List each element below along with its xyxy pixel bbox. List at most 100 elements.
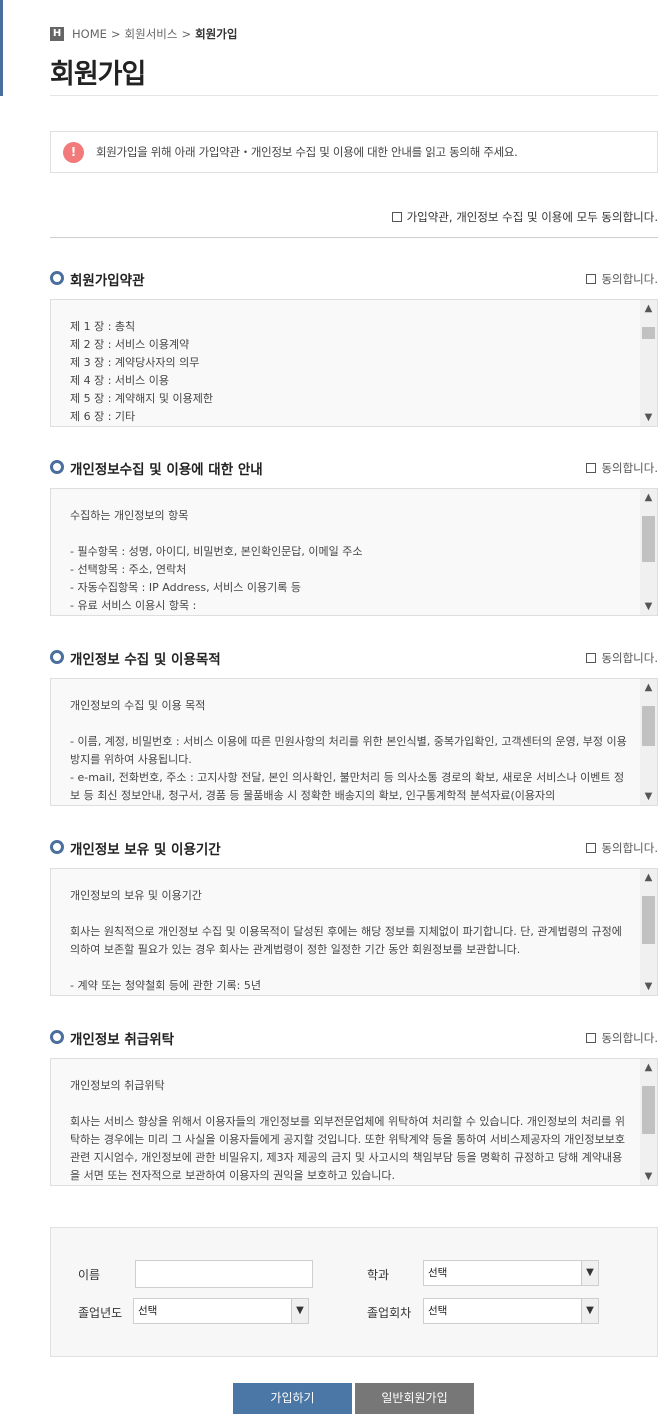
scroll-down-icon[interactable]: ▼ — [640, 788, 657, 805]
circle-bullet-icon — [50, 460, 64, 474]
scroll-up-icon[interactable]: ▲ — [640, 1059, 657, 1076]
section-agree-checkbox[interactable]: 동의합니다. — [586, 840, 658, 856]
section-header: 회원가입약관 동의합니다. — [50, 269, 658, 289]
terms-text: 개인정보의 수집 및 이용 목적 - 이름, 계정, 비밀번호 : 서비스 이용… — [70, 697, 631, 805]
circle-bullet-icon — [50, 1030, 64, 1044]
section-header: 개인정보 취급위탁 동의합니다. — [50, 1028, 658, 1048]
terms-text: 수집하는 개인정보의 항목 - 필수항목 : 성명, 아이디, 비밀번호, 본인… — [70, 507, 631, 615]
checkbox-icon[interactable] — [586, 274, 597, 284]
graduation-term-selected: 선택 — [428, 1305, 448, 1317]
section-header: 개인정보 보유 및 이용기간 동의합니다. — [50, 838, 658, 858]
notice-box: ! 회원가입을 위해 아래 가입약관・개인정보 수집 및 이용에 대한 안내를 … — [50, 131, 658, 173]
scroll-thumb[interactable] — [642, 1086, 655, 1134]
checkbox-icon[interactable] — [586, 843, 597, 853]
graduation-year-select[interactable]: 선택 ▼ — [133, 1298, 309, 1324]
section-agree-checkbox[interactable]: 동의합니다. — [586, 460, 658, 476]
section-title: 개인정보 보유 및 이용기간 — [70, 842, 221, 858]
scroll-down-icon[interactable]: ▼ — [640, 409, 657, 426]
breadcrumb-current: 회원가입 — [195, 27, 238, 41]
scrollbar[interactable]: ▲ ▼ — [640, 869, 657, 995]
section-header: 개인정보 수집 및 이용목적 동의합니다. — [50, 648, 658, 668]
circle-bullet-icon — [50, 650, 64, 664]
terms-text: 개인정보의 보유 및 이용기간 회사는 원칙적으로 개인정보 수집 및 이용목적… — [70, 887, 631, 995]
scrollbar[interactable]: ▲ ▼ — [640, 300, 657, 426]
department-select[interactable]: 선택 ▼ — [423, 1260, 599, 1286]
terms-line: 제 3 장 : 계약당사자의 의무 — [70, 356, 200, 369]
checkbox-icon[interactable] — [586, 463, 597, 473]
scroll-down-icon[interactable]: ▼ — [640, 598, 657, 615]
section-title: 개인정보수집 및 이용에 대한 안내 — [70, 462, 263, 478]
section-agree-checkbox[interactable]: 동의합니다. — [586, 650, 658, 666]
terms-textbox[interactable]: 제 1 장 : 총칙 제 2 장 : 서비스 이용계약 제 3 장 : 계약당사… — [50, 299, 658, 427]
terms-textbox[interactable]: 수집하는 개인정보의 항목 - 필수항목 : 성명, 아이디, 비밀번호, 본인… — [50, 488, 658, 616]
terms-line: 제 6 장 : 기타 — [70, 410, 136, 423]
department-selected: 선택 — [428, 1267, 448, 1279]
general-join-button[interactable]: 일반회원가입 — [355, 1383, 474, 1414]
breadcrumb-home[interactable]: HOME — [72, 27, 107, 41]
section-header: 개인정보수집 및 이용에 대한 안내 동의합니다. — [50, 458, 658, 478]
terms-line — [70, 1095, 631, 1113]
terms-line: 개인정보의 보유 및 이용기간 — [70, 889, 202, 902]
checkbox-icon[interactable] — [586, 653, 597, 663]
section-agree-label: 동의합니다. — [601, 841, 658, 855]
graduation-term-select[interactable]: 선택 ▼ — [423, 1298, 599, 1324]
scroll-thumb[interactable] — [642, 896, 655, 944]
terms-line: 수집하는 개인정보의 항목 — [70, 509, 189, 522]
checkbox-icon[interactable] — [586, 1033, 597, 1043]
scroll-up-icon[interactable]: ▲ — [640, 300, 657, 317]
chevron-down-icon[interactable]: ▼ — [291, 1299, 308, 1323]
scroll-up-icon[interactable]: ▲ — [640, 489, 657, 506]
terms-line — [70, 959, 631, 977]
terms-line — [70, 905, 631, 923]
privacy-collection-section: 개인정보수집 및 이용에 대한 안내 동의합니다. 수집하는 개인정보의 항목 … — [50, 458, 658, 616]
terms-line: 개인정보의 수집 및 이용 목적 — [70, 699, 206, 712]
scrollbar[interactable]: ▲ ▼ — [640, 679, 657, 805]
chevron-down-icon[interactable]: ▼ — [581, 1299, 598, 1323]
graduation-year-label: 졸업년도 — [78, 1306, 123, 1320]
terms-line: 회사는 원칙적으로 개인정보 수집 및 이용목적이 달성된 후에는 해당 정보를… — [70, 925, 622, 956]
notice-text: 회원가입을 위해 아래 가입약관・개인정보 수집 및 이용에 대한 안내를 읽고… — [96, 145, 518, 159]
graduation-year-selected: 선택 — [138, 1305, 158, 1317]
terms-line: - 유료 서비스 이용시 항목 : — [70, 599, 197, 612]
section-agree-label: 동의합니다. — [601, 1031, 658, 1045]
terms-textbox[interactable]: 개인정보의 보유 및 이용기간 회사는 원칙적으로 개인정보 수집 및 이용목적… — [50, 868, 658, 996]
scroll-thumb[interactable] — [642, 327, 655, 339]
scroll-up-icon[interactable]: ▲ — [640, 869, 657, 886]
agree-all-checkbox[interactable]: 가입약관, 개인정보 수집 및 이용에 모두 동의합니다. — [391, 209, 658, 225]
terms-text: 제 1 장 : 총칙 제 2 장 : 서비스 이용계약 제 3 장 : 계약당사… — [70, 318, 631, 426]
section-agree-checkbox[interactable]: 동의합니다. — [586, 1030, 658, 1046]
terms-textbox[interactable]: 개인정보의 수집 및 이용 목적 - 이름, 계정, 비밀번호 : 서비스 이용… — [50, 678, 658, 806]
scroll-thumb[interactable] — [642, 706, 655, 746]
page-title: 회원가입 — [50, 59, 146, 90]
chevron-down-icon[interactable]: ▼ — [581, 1261, 598, 1285]
breadcrumb-member-service[interactable]: 회원서비스 — [125, 26, 178, 42]
privacy-retention-section: 개인정보 보유 및 이용기간 동의합니다. 개인정보의 보유 및 이용기간 회사… — [50, 838, 658, 996]
scroll-down-icon[interactable]: ▼ — [640, 1168, 657, 1185]
terms-line: 제 5 장 : 계약해지 및 이용제한 — [70, 392, 214, 405]
section-agree-checkbox[interactable]: 동의합니다. — [586, 271, 658, 287]
department-label: 학과 — [367, 1268, 390, 1282]
scrollbar[interactable]: ▲ ▼ — [640, 489, 657, 615]
scroll-down-icon[interactable]: ▼ — [640, 978, 657, 995]
graduation-term-label: 졸업회차 — [367, 1306, 412, 1320]
scroll-thumb[interactable] — [642, 516, 655, 562]
terms-line: 제 1 장 : 총칙 — [70, 320, 136, 333]
agree-all-divider — [50, 237, 658, 238]
scrollbar[interactable]: ▲ ▼ — [640, 1059, 657, 1185]
terms-textbox[interactable]: 개인정보의 취급위탁 회사는 서비스 향상을 위해서 이용자들의 개인정보를 외… — [50, 1058, 658, 1186]
terms-line: 회사는 서비스 향상을 위해서 이용자들의 개인정보를 외부전문업체에 위탁하여… — [70, 1115, 625, 1182]
agree-all-label: 가입약관, 개인정보 수집 및 이용에 모두 동의합니다. — [406, 210, 658, 224]
join-button[interactable]: 가입하기 — [233, 1383, 352, 1414]
scroll-up-icon[interactable]: ▲ — [640, 679, 657, 696]
home-icon[interactable]: H — [50, 27, 64, 41]
left-accent-bar — [0, 0, 3, 96]
name-input[interactable] — [135, 1260, 313, 1288]
terms-section: 회원가입약관 동의합니다. 제 1 장 : 총칙 제 2 장 : 서비스 이용계… — [50, 269, 658, 427]
section-title: 개인정보 수집 및 이용목적 — [70, 652, 221, 668]
circle-bullet-icon — [50, 271, 64, 285]
checkbox-icon[interactable] — [391, 212, 402, 222]
section-agree-label: 동의합니다. — [601, 272, 658, 286]
privacy-purpose-section: 개인정보 수집 및 이용목적 동의합니다. 개인정보의 수집 및 이용 목적 -… — [50, 648, 658, 806]
terms-line: - 이름, 계정, 비밀번호 : 서비스 이용에 따른 민원사항의 처리를 위한… — [70, 735, 627, 766]
exclamation-icon: ! — [63, 141, 84, 163]
